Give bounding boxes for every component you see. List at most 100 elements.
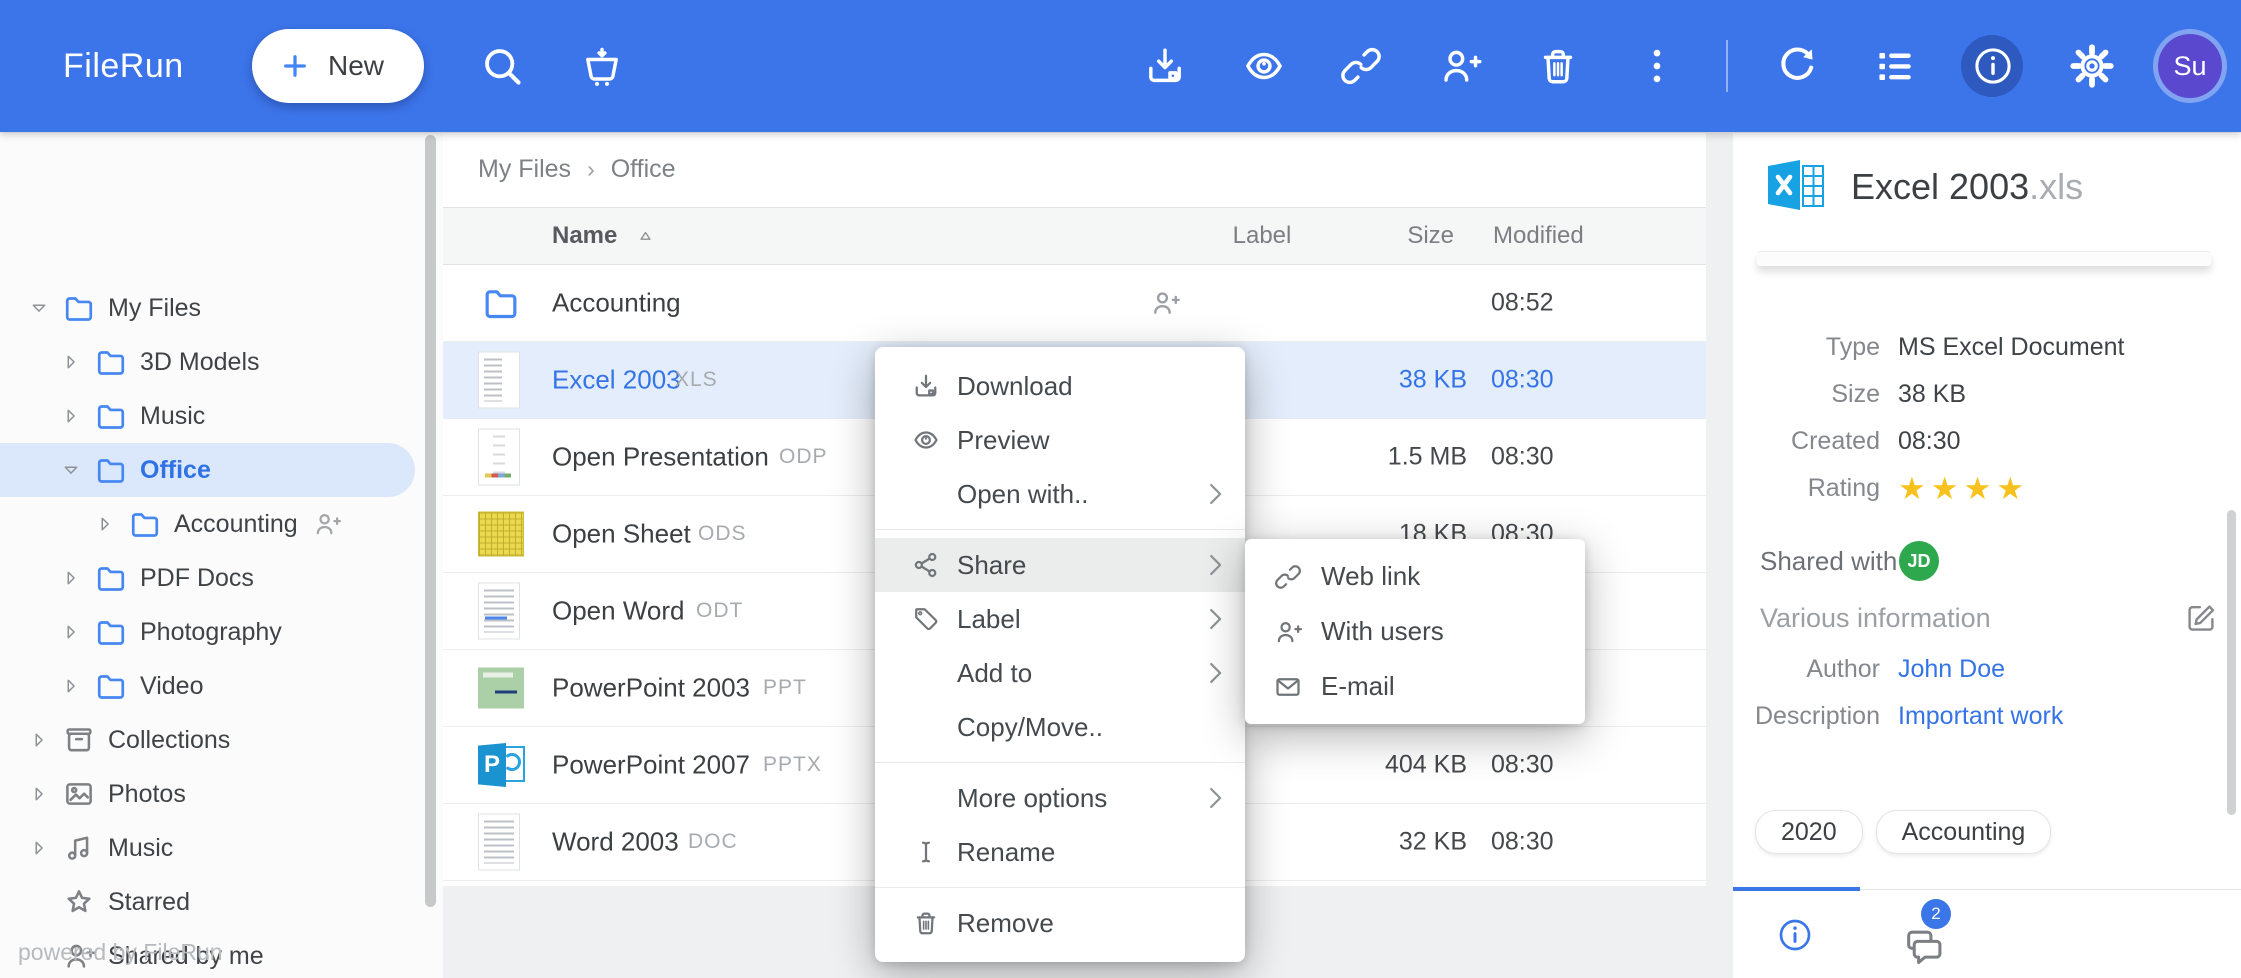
sidebar-item-accounting[interactable]: Accounting xyxy=(0,497,443,551)
detail-value: MS Excel Document xyxy=(1898,333,2124,362)
submenu-item-label: E-mail xyxy=(1321,671,1585,702)
sidebar-scrollbar[interactable] xyxy=(425,135,436,907)
file-name[interactable]: Accounting xyxy=(552,288,681,319)
list-view-icon[interactable] xyxy=(1871,43,1917,89)
rating-stars[interactable]: ★★★★ xyxy=(1898,473,2029,504)
share-with-users-icon[interactable] xyxy=(1437,43,1483,89)
breadcrumb: My Files › Office xyxy=(478,133,676,205)
caret-right-icon[interactable] xyxy=(60,350,86,374)
sidebar-item-video[interactable]: Video xyxy=(0,659,443,713)
sidebar-item-collections[interactable]: Collections xyxy=(0,713,443,767)
sidebar-item-starred[interactable]: Starred xyxy=(0,875,443,929)
file-name[interactable]: Open Sheet xyxy=(552,519,691,550)
file-modified: 08:30 xyxy=(1491,751,1554,780)
presentation-thumbnail xyxy=(478,668,524,709)
caret-right-icon[interactable] xyxy=(60,404,86,428)
caret-right-icon[interactable] xyxy=(60,566,86,590)
file-name[interactable]: PowerPoint 2003 xyxy=(552,673,750,704)
caret-down-icon[interactable] xyxy=(28,296,54,320)
detail-row-type: Type MS Excel Document xyxy=(1733,323,2241,371)
menu-item-add-to[interactable]: Add to xyxy=(875,646,1245,700)
more-options-icon[interactable] xyxy=(1634,43,1680,89)
eye-icon xyxy=(911,425,957,455)
menu-item-download[interactable]: Download xyxy=(875,359,1245,413)
file-details-panel: Excel 2003.xls Type MS Excel Document Si… xyxy=(1733,133,2241,978)
shared-with-row: Shared with JD xyxy=(1733,537,2241,585)
caret-right-icon[interactable] xyxy=(28,728,54,752)
sort-ascending-icon xyxy=(636,227,655,246)
detail-label: Author xyxy=(1733,655,1898,684)
submenu-chevron-icon xyxy=(1209,554,1223,576)
breadcrumb-current[interactable]: Office xyxy=(611,155,676,184)
caret-right-icon[interactable] xyxy=(28,782,54,806)
menu-item-label: Rename xyxy=(957,837,1223,868)
author-link[interactable]: John Doe xyxy=(1898,655,2005,684)
description-link[interactable]: Important work xyxy=(1898,702,2063,731)
file-name[interactable]: Open Word xyxy=(552,596,684,627)
submenu-item-email[interactable]: E-mail xyxy=(1245,659,1585,714)
file-name[interactable]: Excel 2003 xyxy=(552,365,681,396)
sidebar-item-office[interactable]: Office xyxy=(0,443,415,497)
web-link-icon[interactable] xyxy=(1338,43,1384,89)
sidebar-item-music-library[interactable]: Music xyxy=(0,821,443,875)
caret-right-icon[interactable] xyxy=(94,512,120,536)
detail-value: 38 KB xyxy=(1898,380,1966,409)
settings-gear-icon[interactable] xyxy=(2069,43,2115,89)
column-header-name[interactable]: Name xyxy=(552,208,617,264)
download-icon[interactable] xyxy=(1142,43,1188,89)
sidebar-item-my-files[interactable]: My Files xyxy=(0,281,443,335)
menu-item-preview[interactable]: Preview xyxy=(875,413,1245,467)
file-name[interactable]: PowerPoint 2007 xyxy=(552,750,750,781)
metadata-section-header: Various information xyxy=(1733,594,2241,642)
caret-spacer xyxy=(28,890,54,914)
column-header-modified[interactable]: Modified xyxy=(1493,208,1584,264)
file-row-accounting[interactable]: Accounting 08:52 xyxy=(443,265,1706,342)
submenu-item-web-link[interactable]: Web link xyxy=(1245,549,1585,604)
shopping-cart-icon[interactable] xyxy=(579,43,625,89)
menu-item-share[interactable]: Share xyxy=(875,538,1245,592)
column-header-label[interactable]: Label xyxy=(1220,208,1304,264)
sidebar-item-pdf-docs[interactable]: PDF Docs xyxy=(0,551,443,605)
share-icon xyxy=(911,550,957,580)
menu-item-rename[interactable]: Rename xyxy=(875,825,1245,879)
caret-right-icon[interactable] xyxy=(60,620,86,644)
sidebar-item-label: Photos xyxy=(108,780,186,809)
sidebar-item-photos[interactable]: Photos xyxy=(0,767,443,821)
sidebar-item-label: Office xyxy=(140,456,211,485)
search-icon[interactable] xyxy=(479,43,525,89)
trash-icon[interactable] xyxy=(1535,43,1581,89)
sidebar-item-music-folder[interactable]: Music xyxy=(0,389,443,443)
tag-pill[interactable]: Accounting xyxy=(1876,810,2052,854)
caret-right-icon[interactable] xyxy=(28,836,54,860)
filerun-app: FileRun New Su My Files 3D Models xyxy=(0,0,2241,978)
sidebar-item-3d-models[interactable]: 3D Models xyxy=(0,335,443,389)
column-header-size[interactable]: Size xyxy=(1372,208,1454,264)
sidebar-item-photography[interactable]: Photography xyxy=(0,605,443,659)
new-button[interactable]: New xyxy=(252,29,424,103)
file-name[interactable]: Open Presentation xyxy=(552,442,769,473)
caret-down-icon[interactable] xyxy=(60,458,86,482)
menu-item-remove[interactable]: Remove xyxy=(875,896,1245,950)
user-avatar[interactable]: Su xyxy=(2153,29,2227,103)
sidebar-item-label: Music xyxy=(140,402,205,431)
menu-item-more-options[interactable]: More options xyxy=(875,771,1245,825)
collapsed-card-edge xyxy=(1757,251,2211,266)
refresh-icon[interactable] xyxy=(1774,43,1820,89)
breadcrumb-root[interactable]: My Files xyxy=(478,155,571,184)
shared-user-avatar[interactable]: JD xyxy=(1899,541,1939,581)
edit-metadata-icon[interactable] xyxy=(2183,600,2219,636)
menu-item-open-with[interactable]: Open with.. xyxy=(875,467,1245,521)
file-info-icon[interactable] xyxy=(1970,43,2016,89)
tab-info-icon[interactable] xyxy=(1775,915,1815,955)
active-tab-indicator xyxy=(1733,887,1860,891)
menu-item-copy-move[interactable]: Copy/Move.. xyxy=(875,700,1245,754)
submenu-item-with-users[interactable]: With users xyxy=(1245,604,1585,659)
preview-eye-icon[interactable] xyxy=(1241,43,1287,89)
download-icon xyxy=(911,371,957,401)
menu-item-label[interactable]: Label xyxy=(875,592,1245,646)
file-name[interactable]: Word 2003 xyxy=(552,827,679,858)
caret-right-icon[interactable] xyxy=(60,674,86,698)
tag-pill[interactable]: 2020 xyxy=(1755,810,1863,854)
details-scrollbar[interactable] xyxy=(2227,510,2236,815)
tab-comments-icon[interactable] xyxy=(1901,923,1947,969)
